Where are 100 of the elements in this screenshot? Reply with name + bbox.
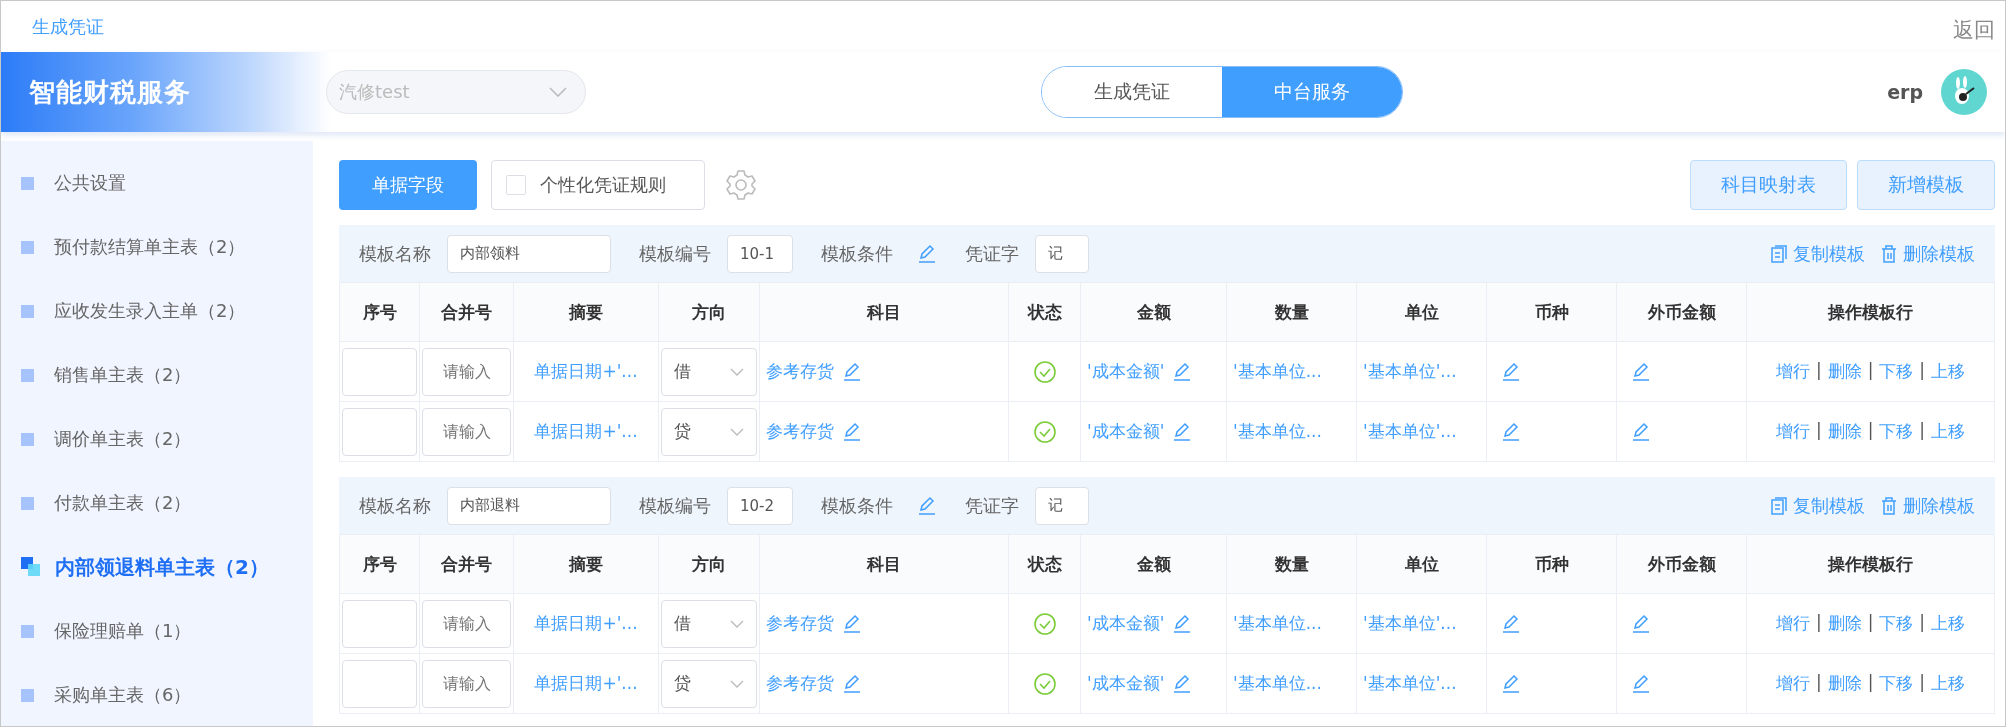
template-name-field[interactable]: 内部领料 xyxy=(447,234,611,273)
separator-text: | xyxy=(1919,360,1926,382)
merge-number-field[interactable]: 请输入 xyxy=(422,407,511,456)
row-action-link[interactable]: 删除 xyxy=(1827,360,1862,383)
template-code-field[interactable]: 10-2 xyxy=(727,486,793,525)
row-action-link[interactable]: 上移 xyxy=(1931,420,1966,443)
merge-number-field[interactable]: 请输入 xyxy=(422,659,511,708)
rule-checkbox-control[interactable]: 个性化凭证规则 xyxy=(491,160,705,210)
subject-link[interactable]: 参考存货 xyxy=(766,421,834,441)
settings-icon[interactable] xyxy=(725,169,757,201)
row-action-link[interactable]: 增行 xyxy=(1775,612,1810,635)
voucher-word-field[interactable]: 记 xyxy=(1035,234,1089,273)
column-header: 单位 xyxy=(1356,534,1487,594)
edit-icon[interactable] xyxy=(917,243,937,264)
page-title-link[interactable]: 生成凭证 xyxy=(32,14,104,39)
column-header: 数量 xyxy=(1226,534,1357,594)
edit-icon[interactable] xyxy=(1172,674,1193,694)
edit-icon[interactable] xyxy=(1631,362,1651,382)
trash-icon xyxy=(1881,244,1897,263)
company-select[interactable]: 汽修test xyxy=(326,70,586,114)
copy-icon xyxy=(1771,244,1787,263)
voucher-word-field[interactable]: 记 xyxy=(1035,486,1089,525)
separator-text: | xyxy=(1919,612,1926,634)
toolbar-button[interactable]: 新增模板 xyxy=(1857,160,1995,210)
edit-icon[interactable] xyxy=(917,495,937,516)
edit-icon[interactable] xyxy=(1501,614,1521,634)
edit-icon[interactable] xyxy=(1631,422,1651,442)
column-header: 金额 xyxy=(1080,282,1227,342)
edit-icon[interactable] xyxy=(1501,362,1521,382)
avatar-icon[interactable] xyxy=(1941,69,1987,115)
row-action-link[interactable]: 删除 xyxy=(1827,672,1862,695)
amount-link[interactable]: '成本金额' xyxy=(1087,613,1165,633)
amount-link[interactable]: '成本金额' xyxy=(1087,421,1165,441)
sidebar-item[interactable]: 预付款结算单主表（2） xyxy=(1,215,313,279)
sequence-field[interactable] xyxy=(342,599,417,648)
row-action-link[interactable]: 上移 xyxy=(1931,612,1966,635)
mode-tab[interactable]: 中台服务 xyxy=(1222,67,1402,117)
sidebar-item[interactable]: 销售单主表（2） xyxy=(1,343,313,407)
separator-text: | xyxy=(1919,420,1926,442)
edit-icon[interactable] xyxy=(1172,362,1193,382)
sidebar-item[interactable]: 采购单主表（6） xyxy=(1,663,313,726)
column-header: 摘要 xyxy=(513,282,659,342)
toolbar-button[interactable]: 科目映射表 xyxy=(1690,160,1847,210)
edit-icon[interactable] xyxy=(1172,614,1193,634)
row-action-link[interactable]: 下移 xyxy=(1879,360,1914,383)
template-name-field[interactable]: 内部退料 xyxy=(447,486,611,525)
amount-link[interactable]: '成本金额' xyxy=(1087,673,1165,693)
row-action-link[interactable]: 删除 xyxy=(1827,612,1862,635)
row-action-link[interactable]: 上移 xyxy=(1931,360,1966,383)
sequence-field[interactable] xyxy=(342,407,417,456)
delete-template-link[interactable]: 删除模板 xyxy=(1881,493,1975,518)
row-action-link[interactable]: 增行 xyxy=(1775,360,1810,383)
merge-number-field[interactable]: 请输入 xyxy=(422,599,511,648)
copy-template-link[interactable]: 复制模板 xyxy=(1771,241,1865,266)
row-action-link[interactable]: 下移 xyxy=(1879,420,1914,443)
row-action-link[interactable]: 下移 xyxy=(1879,672,1914,695)
edit-icon[interactable] xyxy=(1172,422,1193,442)
direction-select[interactable]: 贷 xyxy=(661,407,757,456)
edit-icon[interactable] xyxy=(842,362,862,382)
field-label: 模板条件 xyxy=(821,241,893,266)
subject-link[interactable]: 参考存货 xyxy=(766,613,834,633)
row-action-link[interactable]: 删除 xyxy=(1827,420,1862,443)
column-header: 科目 xyxy=(759,534,1009,594)
sequence-field[interactable] xyxy=(342,347,417,396)
template-code-field[interactable]: 10-1 xyxy=(727,234,793,273)
amount-link[interactable]: '成本金额' xyxy=(1087,361,1165,381)
subject-link[interactable]: 参考存货 xyxy=(766,361,834,381)
separator-text: | xyxy=(1815,360,1822,382)
column-header: 币种 xyxy=(1486,282,1617,342)
edit-icon[interactable] xyxy=(1631,674,1651,694)
edit-icon[interactable] xyxy=(1631,614,1651,634)
edit-icon[interactable] xyxy=(1501,422,1521,442)
row-action-link[interactable]: 下移 xyxy=(1879,612,1914,635)
row-action-link[interactable]: 增行 xyxy=(1775,672,1810,695)
sidebar-item[interactable]: 内部领退料单主表（2） xyxy=(1,535,313,599)
delete-template-link[interactable]: 删除模板 xyxy=(1881,241,1975,266)
sidebar-item[interactable]: 公共设置 xyxy=(1,151,313,215)
copy-template-link[interactable]: 复制模板 xyxy=(1771,493,1865,518)
direction-select[interactable]: 贷 xyxy=(661,659,757,708)
edit-icon[interactable] xyxy=(842,674,862,694)
edit-icon[interactable] xyxy=(842,422,862,442)
merge-number-field[interactable]: 请输入 xyxy=(422,347,511,396)
field-label: 模板编号 xyxy=(639,493,711,518)
direction-select[interactable]: 借 xyxy=(661,347,757,396)
edit-icon[interactable] xyxy=(1501,674,1521,694)
sidebar-item[interactable]: 调价单主表（2） xyxy=(1,407,313,471)
sequence-field[interactable] xyxy=(342,659,417,708)
row-action-link[interactable]: 增行 xyxy=(1775,420,1810,443)
sidebar-item[interactable]: 保险理赔单（1） xyxy=(1,599,313,663)
sidebar-item[interactable]: 应收发生录入主单（2） xyxy=(1,279,313,343)
checkbox[interactable] xyxy=(506,175,526,195)
edit-icon[interactable] xyxy=(842,614,862,634)
document-fields-button[interactable]: 单据字段 xyxy=(339,160,477,210)
sidebar-item[interactable]: 付款单主表（2） xyxy=(1,471,313,535)
subject-link[interactable]: 参考存货 xyxy=(766,673,834,693)
back-link[interactable]: 返回 xyxy=(1953,15,1995,44)
chevron-down-icon xyxy=(730,679,744,688)
direction-select[interactable]: 借 xyxy=(661,599,757,648)
row-action-link[interactable]: 上移 xyxy=(1931,672,1966,695)
checkbox-label: 个性化凭证规则 xyxy=(540,173,666,197)
